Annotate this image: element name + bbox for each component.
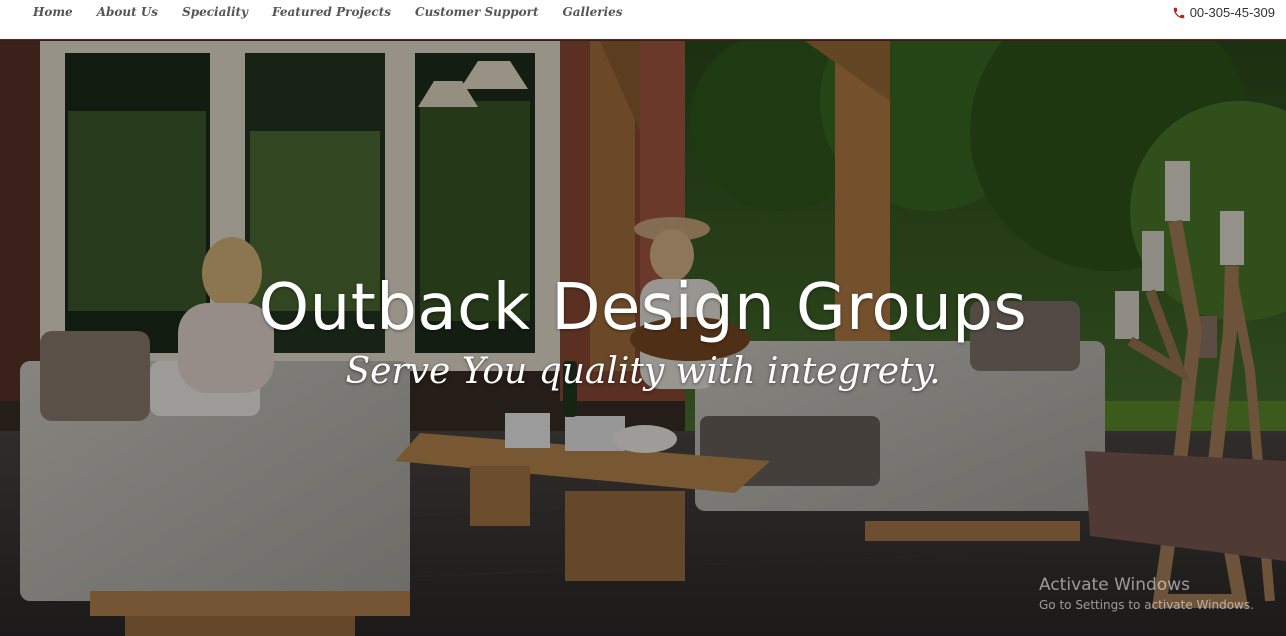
nav-home-link[interactable]: Home — [33, 4, 73, 20]
main-menu: Home About Us Speciality Featured Projec… — [33, 4, 647, 20]
nav-about-link[interactable]: About Us — [97, 4, 158, 20]
phone-contact[interactable]: 00-305-45-309 — [1172, 5, 1275, 20]
nav-customer-support-link[interactable]: Customer Support — [415, 4, 538, 20]
nav-speciality-link[interactable]: Speciality — [182, 4, 248, 20]
activate-windows-watermark: Activate Windows Go to Settings to activ… — [1039, 574, 1254, 614]
watermark-title: Activate Windows — [1039, 575, 1190, 595]
nav-featured-projects-link[interactable]: Featured Projects — [272, 4, 391, 20]
phone-icon — [1172, 6, 1186, 20]
top-navbar: Home About Us Speciality Featured Projec… — [0, 0, 1286, 40]
hero-subtitle: Serve You quality with integrety. — [345, 351, 941, 392]
hero-banner: Outback Design Groups Serve You quality … — [0, 41, 1286, 636]
hero-title: Outback Design Groups — [258, 271, 1028, 345]
phone-number[interactable]: 00-305-45-309 — [1190, 5, 1275, 20]
watermark-subtitle: Go to Settings to activate Windows. — [1039, 598, 1254, 612]
nav-galleries-link[interactable]: Galleries — [562, 4, 622, 20]
